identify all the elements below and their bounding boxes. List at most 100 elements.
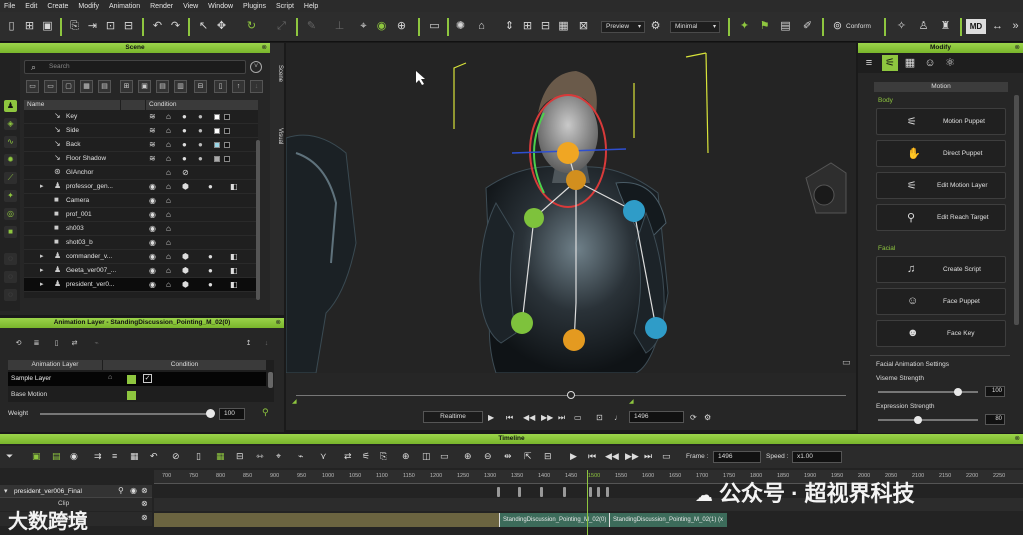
visibility-icon[interactable]: ◉	[374, 19, 389, 34]
motion-director-icon[interactable]: MD	[966, 19, 986, 34]
list-icon[interactable]: ≡	[112, 451, 117, 461]
save-icon[interactable]: ▣	[40, 19, 55, 34]
timeline-frame-input[interactable]: 1496	[713, 451, 761, 463]
person-filter-icon[interactable]: ♟	[4, 100, 17, 112]
frame-icon[interactable]: ▣	[138, 80, 151, 93]
branch-icon[interactable]: ⋎	[320, 451, 327, 462]
misc-filter-icon[interactable]: ◌	[4, 253, 17, 265]
create-script-button[interactable]: ♫ Create Script	[876, 256, 1006, 283]
insert-icon[interactable]: ▯	[196, 451, 201, 462]
keyframe-marker[interactable]	[606, 487, 609, 497]
sync-icon[interactable]: ⇄	[344, 451, 352, 462]
color-swatch[interactable]	[224, 142, 230, 148]
anim-layer-row[interactable]: Base Motion	[8, 388, 266, 402]
anim-layer-row-selected[interactable]: Sample Layer ⌂ ✓	[8, 372, 266, 386]
path-filter-icon[interactable]: ⟋	[4, 172, 17, 184]
motion-clip[interactable]: StandingDiscussion_Pointing_M_02(1) (x	[609, 513, 727, 527]
tab-visual[interactable]: Visual	[272, 128, 283, 144]
sphere-icon[interactable]: ●	[198, 140, 203, 149]
lock-icon[interactable]: ⌂	[166, 252, 171, 261]
home-icon[interactable]: ⌂	[474, 19, 489, 34]
zoom-icon[interactable]: ⊟	[538, 19, 553, 34]
material-icon[interactable]: ◧	[230, 182, 238, 191]
audio-icon[interactable]: ▭	[440, 451, 449, 462]
visibility-icon[interactable]: ≋	[149, 126, 156, 135]
mannequin-icon[interactable]: ♙	[916, 19, 931, 34]
tab-attribute[interactable]: ☺	[922, 55, 938, 71]
range-start-marker[interactable]: ◢	[292, 398, 297, 405]
dot-icon[interactable]: ●	[182, 126, 187, 135]
viseme-strength-knob[interactable]	[954, 388, 962, 396]
grid-view-icon[interactable]: ▦	[80, 80, 93, 93]
clipboard-icon[interactable]: ▤	[778, 19, 793, 34]
zoom-out-icon[interactable]: ⊖	[484, 451, 492, 462]
undo-icon[interactable]: ↶	[150, 451, 158, 462]
link-icon[interactable]: ⊞	[120, 80, 133, 93]
neck-effector[interactable]	[566, 170, 586, 190]
mesh-icon[interactable]: ⬢	[182, 182, 189, 191]
loop-icon[interactable]: ▭	[662, 451, 671, 462]
lock-icon[interactable]: ⌂	[166, 126, 171, 135]
scene-row[interactable]: ↘ Key ≋ ⌂ ● ●	[24, 110, 258, 124]
scene-row[interactable]: ↘ Floor Shadow ≋ ⌂ ● ●	[24, 152, 258, 166]
close-icon[interactable]: ⊗	[262, 43, 267, 53]
sphere-icon[interactable]: ●	[208, 266, 213, 275]
keyframe-marker[interactable]	[597, 487, 600, 497]
eye-icon[interactable]: ◉	[149, 280, 156, 289]
move-up-icon[interactable]: ↑	[232, 80, 245, 93]
bucket-icon[interactable]: ♜	[938, 19, 953, 34]
color-swatch[interactable]	[224, 156, 230, 162]
right-shoulder-effector[interactable]	[623, 200, 645, 222]
character-icon[interactable]: ✦	[737, 19, 752, 34]
keyframe-marker[interactable]	[563, 487, 566, 497]
scene-row-selected[interactable]: ▸ ♟ president_ver0... ◉ ⌂ ⬢ ● ◧	[24, 278, 258, 292]
link-icon[interactable]: ⌁	[90, 338, 103, 351]
eye-icon[interactable]: ◉	[149, 266, 156, 275]
hip-effector[interactable]	[563, 329, 585, 351]
lock-icon[interactable]: ⌂	[166, 224, 171, 233]
screen-icon[interactable]: ▭	[427, 19, 442, 34]
copy-icon[interactable]: ⎘	[380, 451, 387, 462]
collapse-icon[interactable]: ▭	[26, 80, 39, 93]
refresh-icon[interactable]: ⟳	[690, 413, 697, 422]
lock-icon[interactable]: ⌂	[166, 140, 171, 149]
skip-end-icon[interactable]: ⏭	[558, 413, 565, 423]
edit-motion-layer-button[interactable]: ⚟ Edit Motion Layer	[876, 172, 1006, 199]
play-icon[interactable]: ▶	[570, 451, 577, 462]
layer-icon[interactable]: ▤	[52, 451, 61, 462]
next-frame-icon[interactable]: ▶▶	[541, 413, 553, 422]
eye-icon[interactable]: ◉	[149, 224, 156, 233]
scene-row[interactable]: ■ prof_001 ◉ ⌂	[24, 208, 258, 222]
col-header-name[interactable]: Name	[24, 100, 120, 110]
motion-clip[interactable]: StandingDiscussion_Pointing_M_02(0)	[499, 513, 609, 527]
motion-icon[interactable]: ⚟	[362, 451, 370, 462]
expand-icon[interactable]: ⇱	[524, 451, 532, 462]
motion-filter-icon[interactable]: ∿	[4, 136, 17, 148]
weight-value-field[interactable]: 100	[219, 408, 245, 420]
undo-icon[interactable]: ↶	[150, 19, 165, 34]
scrubber-knob[interactable]	[567, 391, 575, 399]
lock-icon[interactable]: ⌂	[166, 238, 171, 247]
lock-icon[interactable]: ⌂	[166, 280, 171, 289]
menu-animation[interactable]: Animation	[109, 3, 140, 10]
menu-create[interactable]: Create	[47, 3, 68, 10]
fit-icon[interactable]: ⇕	[502, 19, 517, 34]
modify-scrollbar[interactable]	[1014, 95, 1019, 325]
sphere-icon[interactable]: ●	[208, 182, 213, 191]
menu-window[interactable]: Window	[208, 3, 233, 10]
search-input[interactable]: ⌕ Search	[24, 60, 246, 74]
tab-physics[interactable]: ⚛	[942, 55, 958, 71]
keyframe-marker[interactable]	[518, 487, 521, 497]
select-icon[interactable]: ↖	[196, 19, 211, 34]
skip-start-icon[interactable]: ⏮	[588, 451, 596, 462]
mesh-icon[interactable]: ⬢	[182, 266, 189, 275]
visibility-icon[interactable]: ≋	[149, 154, 156, 163]
realtime-dropdown[interactable]: Realtime	[423, 411, 483, 423]
expand-arrow-icon[interactable]: ▸	[40, 266, 44, 274]
menu-plugins[interactable]: Plugins	[243, 3, 266, 10]
eye-icon[interactable]: ◉	[149, 182, 156, 191]
menu-script[interactable]: Script	[276, 3, 294, 10]
next-frame-icon[interactable]: ▶▶	[625, 451, 639, 462]
marker-icon[interactable]: ◫	[422, 451, 431, 462]
grid-icon[interactable]: ⊠	[576, 19, 591, 34]
